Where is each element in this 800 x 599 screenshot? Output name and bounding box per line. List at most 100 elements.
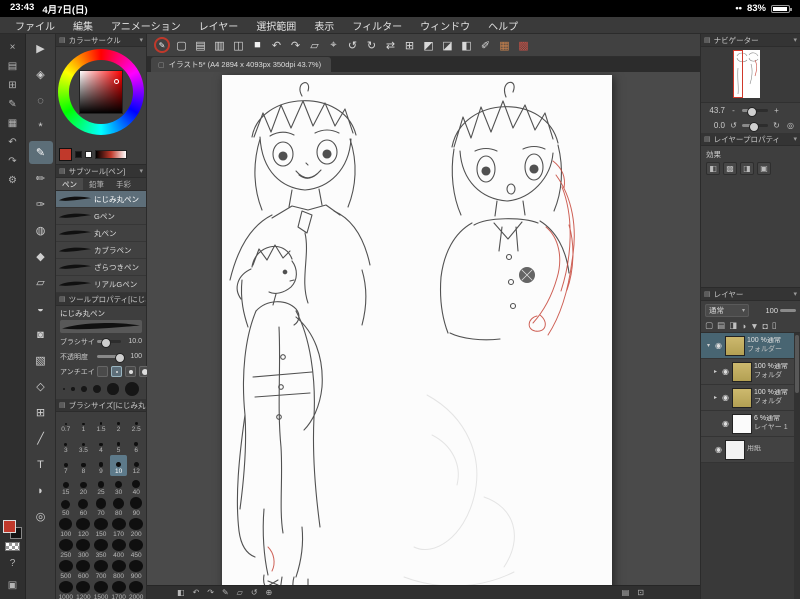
edit-quick-icon[interactable]: ✎ <box>2 95 24 114</box>
color-cursor[interactable] <box>114 79 119 84</box>
subtool-tab[interactable]: ペン <box>56 178 83 190</box>
pencil-tool[interactable]: ✏ <box>29 167 53 190</box>
menu-item[interactable]: フィルター <box>343 18 411 33</box>
paper-color-swatch[interactable]: ■ <box>250 37 265 54</box>
panel-menu-icon[interactable]: ▤ <box>704 290 711 298</box>
zoom-value[interactable]: 43.7 <box>705 106 725 115</box>
property-value[interactable]: 10.0 <box>124 338 142 345</box>
layer-name[interactable]: 用紙 <box>747 445 761 454</box>
rotate-value[interactable]: 0.0 <box>705 121 725 130</box>
visibility-eye-icon[interactable]: ◉ <box>721 367 730 376</box>
export-icon[interactable]: ◫ <box>231 37 246 54</box>
clear-icon[interactable]: ▱ <box>307 37 322 54</box>
flip-horizontal-icon[interactable]: ⇄ <box>383 37 398 54</box>
color-slider[interactable] <box>95 150 127 159</box>
zoom-tool[interactable]: ◎ <box>29 505 53 528</box>
brush-size-cell[interactable]: 70 <box>92 497 110 518</box>
brush-size-cell[interactable]: 25 <box>92 476 110 497</box>
menu-item[interactable]: 表示 <box>305 18 343 33</box>
property-slider[interactable] <box>97 337 121 348</box>
clipping-icon[interactable]: ◨ <box>729 320 737 331</box>
brush-size-cell[interactable]: 700 <box>92 560 110 581</box>
subtool-item[interactable]: 丸ペン <box>56 225 146 242</box>
panel-menu-icon[interactable]: ▤ <box>59 36 66 44</box>
navigator-view-rect[interactable] <box>733 50 743 98</box>
fullscreen-icon[interactable]: ⊡ <box>637 588 644 597</box>
app-switch-icon[interactable]: ▣ <box>2 576 24 595</box>
frame-tool[interactable]: ⊞ <box>29 401 53 424</box>
workspace-icon[interactable]: ▤ <box>2 57 24 76</box>
grid-icon[interactable]: ⊞ <box>402 37 417 54</box>
document-tab[interactable]: ▢ イラスト5* (A4 2894 x 4093px 350dpi 43.7%) <box>151 57 332 72</box>
brush-size-cell[interactable]: 1500 <box>92 581 110 599</box>
redo-icon[interactable]: ↷ <box>288 37 303 54</box>
panel-collapse-icon[interactable]: ▾ <box>139 167 143 175</box>
subtool-tab[interactable]: 手彩 <box>110 178 137 190</box>
brush-size-cell[interactable]: 2 <box>110 413 128 434</box>
visibility-eye-icon[interactable]: ◉ <box>721 419 730 428</box>
layer-row[interactable]: ▸ ◉ 100 %通常 フォルダ <box>701 359 800 385</box>
blend-mode-select[interactable]: 通常 ▾ <box>705 303 749 317</box>
brush-size-cell[interactable]: 5 <box>110 434 128 455</box>
undo-icon[interactable]: ↶ <box>269 37 284 54</box>
brush-size-cell[interactable]: 200 <box>127 518 145 539</box>
zoom-in-icon[interactable]: + <box>771 106 782 115</box>
text-tool[interactable]: T <box>29 453 53 476</box>
ruler-tool[interactable]: ╱ <box>29 427 53 450</box>
material-panel-icon[interactable]: ▦ <box>2 114 24 133</box>
visibility-eye-icon[interactable]: ◉ <box>721 393 730 402</box>
material-icon[interactable]: ▦ <box>497 37 512 54</box>
expression-color-icon[interactable]: ▣ <box>757 162 771 175</box>
brush-size-cell[interactable]: 4 <box>92 434 110 455</box>
black-swatch[interactable] <box>75 151 82 158</box>
menu-item[interactable]: ウィンドウ <box>411 18 479 33</box>
workspace-quick-icon[interactable]: ▤ <box>622 588 630 597</box>
brush-size-cell[interactable]: 9 <box>92 455 110 476</box>
brush-size-cell[interactable]: 1700 <box>110 581 128 599</box>
quick-size-dot[interactable] <box>107 383 119 395</box>
settings-icon[interactable]: ⚙ <box>2 171 24 190</box>
brush-size-cell[interactable]: 2000 <box>127 581 145 599</box>
canvas-viewport[interactable] <box>147 72 700 585</box>
quick-size-dot[interactable] <box>81 386 87 392</box>
rotate-left-icon[interactable]: ↺ <box>345 37 360 54</box>
brush-size-cell[interactable]: 90 <box>127 497 145 518</box>
layer-scrollbar[interactable] <box>794 333 800 599</box>
help-icon[interactable]: ? <box>2 554 24 573</box>
brush-size-cell[interactable]: 12 <box>127 455 145 476</box>
menu-item[interactable]: 選択範囲 <box>247 18 305 33</box>
brush-size-cell[interactable]: 30 <box>110 476 128 497</box>
undo-icon[interactable]: ↶ <box>193 588 200 597</box>
palette-dock-icon[interactable]: ⊞ <box>2 76 24 95</box>
white-swatch[interactable] <box>85 151 92 158</box>
saturation-value-box[interactable] <box>79 70 123 114</box>
layer-opacity-slider[interactable] <box>780 308 796 312</box>
layer-opacity-control[interactable]: 100 <box>765 306 796 315</box>
fill-tool[interactable]: ◙ <box>29 323 53 346</box>
menu-item[interactable]: アニメーション <box>102 18 190 33</box>
subtool-item[interactable]: リアルGペン <box>56 276 146 293</box>
brush-size-cell[interactable]: 1000 <box>57 581 75 599</box>
eraser-tool[interactable]: ▱ <box>29 271 53 294</box>
new-folder-icon[interactable]: ▤ <box>717 320 725 331</box>
decoration-tool[interactable]: ◆ <box>29 245 53 268</box>
panel-menu-icon[interactable]: ▤ <box>704 135 711 143</box>
brush-size-cell[interactable]: 600 <box>75 560 93 581</box>
brush-size-cell[interactable]: 120 <box>75 518 93 539</box>
undo-icon[interactable]: ↶ <box>2 133 24 152</box>
eyedropper-icon[interactable]: ✐ <box>478 37 493 54</box>
layer-row[interactable]: ▾ ◉ 100 %通常 フォルダー <box>701 333 800 359</box>
layer-name[interactable]: フォルダー <box>747 346 782 355</box>
balloon-tool[interactable]: ◗ <box>29 479 53 502</box>
expand-arrow-icon[interactable]: ▸ <box>712 368 719 375</box>
delete-layer-icon[interactable]: ▯ <box>772 320 777 331</box>
brush-size-cell[interactable]: 50 <box>57 497 75 518</box>
tone-effect-icon[interactable]: ▩ <box>723 162 737 175</box>
brush-size-cell[interactable]: 800 <box>110 560 128 581</box>
brush-size-cell[interactable]: 100 <box>57 518 75 539</box>
quick-size-dot[interactable] <box>71 387 76 391</box>
brush-size-cell[interactable]: 3 <box>57 434 75 455</box>
subtool-tab[interactable]: 鉛筆 <box>83 178 110 190</box>
layer-thumbnail[interactable] <box>725 439 745 460</box>
brush-size-cell[interactable]: 0.7 <box>57 413 75 434</box>
